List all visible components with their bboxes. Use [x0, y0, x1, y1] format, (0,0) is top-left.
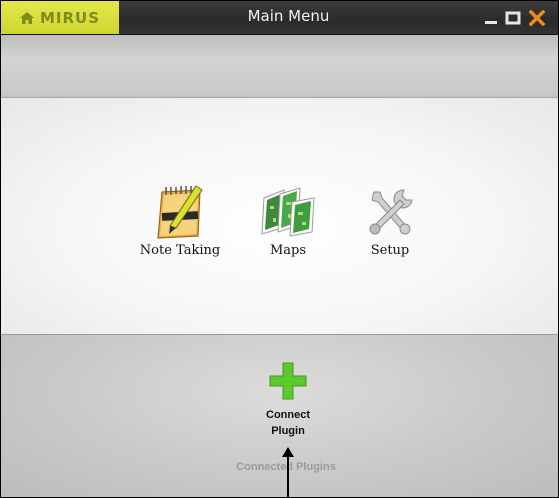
tools-icon	[369, 189, 413, 235]
connect-plugin-label: Connect Plugin	[249, 407, 327, 439]
minimize-icon	[485, 21, 497, 24]
maps-button[interactable]: Maps	[243, 182, 333, 258]
main-menu-window: MIRUS Main Menu Note Taking Maps Setup C…	[0, 0, 559, 498]
setup-label: Setup	[370, 243, 410, 258]
maximize-icon	[505, 11, 521, 25]
maps-icon	[261, 187, 315, 237]
note-taking-button[interactable]: Note Taking	[135, 182, 225, 258]
setup-button[interactable]: Setup	[345, 182, 435, 258]
plus-icon	[269, 362, 307, 400]
home-icon	[19, 11, 34, 24]
logo-text: MIRUS	[39, 8, 101, 27]
close-icon	[529, 10, 545, 26]
note-taking-label: Note Taking	[139, 243, 221, 258]
maps-label: Maps	[269, 243, 307, 258]
close-button[interactable]	[529, 10, 545, 26]
toolbar-area	[1, 35, 558, 97]
menu-panel: Note Taking Maps Setup	[1, 97, 558, 335]
minimize-button[interactable]	[483, 10, 499, 26]
notepad-icon	[157, 185, 203, 239]
window-title: Main Menu	[247, 7, 330, 25]
connect-label-line2: Plugin	[271, 425, 305, 437]
title-bar[interactable]: MIRUS Main Menu	[1, 1, 558, 35]
connect-label-line1: Connect	[266, 409, 310, 421]
mirus-logo[interactable]: MIRUS	[1, 1, 119, 34]
connect-plugin-button[interactable]: Connect Plugin	[249, 361, 327, 439]
plugins-area: Connect Plugin Connected Plugins	[1, 335, 558, 497]
maximize-button[interactable]	[505, 10, 521, 26]
arrow-pointer-icon	[282, 447, 294, 497]
